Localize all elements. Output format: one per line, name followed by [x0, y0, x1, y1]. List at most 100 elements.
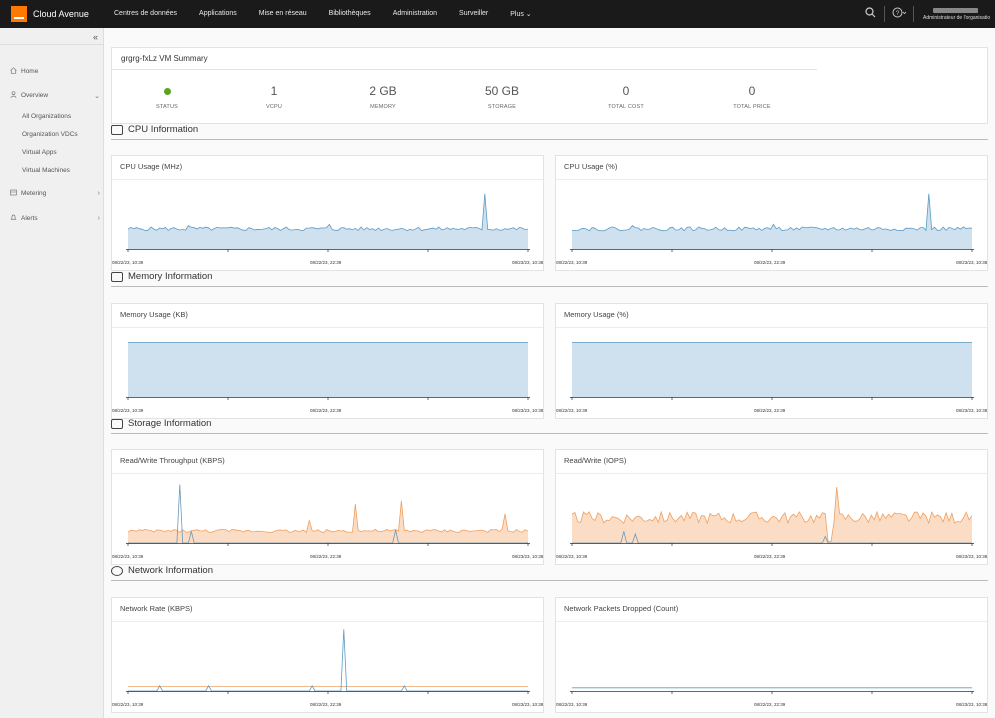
topbar-divider — [913, 6, 914, 22]
chart-cpu-usage-percent: CPU Usage (%) 08/22/23, 10:39 08/22/23, 22… — [555, 155, 988, 271]
status-dot-icon — [163, 88, 171, 95]
sidebar-item-overview[interactable]: Overview ⌄ — [10, 91, 100, 100]
search-icon[interactable] — [859, 7, 881, 21]
chevron-right-icon: › — [97, 190, 100, 197]
stat-label: STORAGE — [487, 104, 517, 110]
stat-memory: 2 GB MEMORY — [338, 84, 428, 110]
chart-title: CPU Usage (MHz) — [120, 162, 183, 171]
stat-label: STATUS — [155, 104, 179, 110]
sidebar-item-label: Alerts — [21, 215, 38, 222]
bell-icon — [10, 214, 18, 223]
nav-libraries[interactable]: Bibliothèques — [318, 10, 382, 18]
stat-label: TOTAL COST — [608, 104, 644, 110]
chevron-down-icon: ⌄ — [94, 92, 100, 100]
stat-vcpu: 1 VCPU — [229, 84, 319, 110]
stat-value: 2 GB — [369, 84, 397, 98]
series-line — [127, 193, 529, 232]
chart-plot — [126, 193, 530, 252]
chart-title: CPU Usage (%) — [564, 162, 618, 171]
user-icon — [10, 91, 18, 100]
stat-storage: 50 GB STORAGE — [457, 84, 547, 110]
x-tick-label: 08/22/23, 22:39 — [754, 260, 786, 265]
series-area — [128, 500, 528, 543]
section-memory-information: Memory Information — [111, 271, 988, 287]
stat-total-cost: 0 TOTAL COST — [581, 84, 671, 110]
chart-title: Network Packets Dropped (Count) — [564, 604, 679, 613]
series-line-secondary — [128, 629, 528, 692]
nav-more[interactable]: Plus — [499, 10, 542, 18]
stat-label: TOTAL PRICE — [733, 104, 771, 110]
sidebar-subitem-virtual-machines[interactable]: Virtual Machines — [22, 167, 70, 174]
series-area — [572, 487, 972, 543]
section-title: Storage Information — [128, 418, 212, 429]
x-tick-label: 08/23/23, 10:38 — [512, 260, 544, 265]
app-name[interactable]: Cloud Avenue — [33, 9, 93, 19]
section-title: Memory Information — [128, 271, 213, 282]
x-tick-label: 08/22/23, 22:39 — [310, 260, 342, 265]
stat-value: 1 — [270, 84, 278, 98]
memory-icon — [111, 272, 123, 282]
nav-networking[interactable]: Mise en réseau — [248, 10, 318, 18]
chart-plot — [126, 342, 530, 400]
chart-memory-usage-percent: Memory Usage (%) 08/22/23, 10:39 08/22/23,… — [555, 303, 988, 419]
sidebar-subitem-all-organizations[interactable]: All Organizations — [22, 113, 71, 120]
chart-title: Memory Usage (%) — [564, 310, 629, 319]
help-icon[interactable]: ? — [888, 7, 910, 21]
x-tick-label: 08/22/23, 22:39 — [754, 702, 786, 707]
sidebar-item-home[interactable]: Home — [10, 67, 100, 76]
chart-title: Read/Write Throughput (KBPS) — [120, 456, 225, 465]
sidebar-item-metering[interactable]: Metering › — [10, 189, 100, 198]
x-tick-label: 08/22/23, 10:39 — [556, 554, 588, 559]
x-tick-label: 08/22/23, 10:39 — [556, 260, 588, 265]
stat-value: 50 GB — [484, 84, 520, 98]
x-tick-label: 08/23/23, 10:38 — [956, 554, 988, 559]
nav-datacenters[interactable]: Centres de données — [103, 10, 188, 18]
sidebar-subitem-organization-vdcs[interactable]: Organization VDCs — [22, 131, 78, 138]
main-content: grgrg-fxLz VM Summary STATUS 1 VCPU 2 GB… — [104, 28, 995, 718]
x-tick-label: 08/23/23, 10:38 — [512, 408, 544, 413]
home-icon — [10, 67, 18, 76]
chart-read-write-iops: Read/Write (IOPS) 08/22/23, 10:39 08/22/23… — [555, 449, 988, 565]
sidebar-item-label: Metering — [21, 190, 47, 197]
chart-plot — [570, 342, 974, 400]
sidebar-item-alerts[interactable]: Alerts › — [10, 214, 100, 223]
series-area — [572, 193, 972, 249]
chart-plot — [126, 629, 530, 694]
stat-value: 0 — [748, 84, 756, 98]
stat-value: 0 — [622, 84, 630, 98]
x-tick-label: 08/22/23, 10:39 — [556, 702, 588, 707]
nav-monitor[interactable]: Surveiller — [448, 10, 499, 18]
collapse-sidebar-icon[interactable]: « — [93, 32, 98, 42]
user-menu[interactable]: Administrateur de l'organisatio — [917, 7, 995, 21]
x-tick-label: 08/22/23, 10:39 — [112, 702, 144, 707]
user-name-redacted — [933, 7, 978, 13]
chart-memory-usage-kb: Memory Usage (KB) 08/22/23, 10:39 08/22/23… — [111, 303, 544, 419]
chart-read-write-throughput: Read/Write Throughput (KBPS) 08/22/23, 10… — [111, 449, 544, 565]
chart-plot — [570, 487, 974, 546]
nav-applications[interactable]: Applications — [188, 10, 248, 18]
x-tick-label: 08/23/23, 10:38 — [956, 702, 988, 707]
chart-cpu-usage-mhz: CPU Usage (MHz) 08/22/23, 10:39 08/22/23, … — [111, 155, 544, 271]
top-bar: Cloud Avenue Centres de données Applicat… — [0, 0, 995, 28]
sidebar-item-label: Overview — [21, 92, 49, 99]
network-icon — [111, 566, 123, 576]
chart-title: Read/Write (IOPS) — [564, 456, 627, 465]
sidebar: « Home Overview ⌄ All Organizations Orga… — [0, 28, 104, 718]
section-title: Network Information — [128, 565, 214, 576]
orange-logo-icon[interactable] — [11, 6, 27, 22]
sidebar-subitem-virtual-apps[interactable]: Virtual Apps — [22, 149, 57, 156]
series-area — [572, 688, 972, 691]
main-nav: Centres de données Applications Mise en … — [103, 10, 543, 18]
chart-plot — [570, 687, 974, 694]
x-tick-label: 08/22/23, 10:39 — [112, 554, 144, 559]
series-area — [572, 342, 972, 397]
nav-administration[interactable]: Administration — [382, 10, 448, 18]
x-tick-label: 08/22/23, 22:39 — [310, 408, 342, 413]
chart-plot — [570, 193, 974, 252]
stat-status: STATUS — [122, 84, 212, 110]
chart-network-packets-dropped: Network Packets Dropped (Count) 08/22/23,… — [555, 597, 988, 713]
chart-title: Memory Usage (KB) — [120, 310, 188, 319]
series-line — [127, 500, 529, 534]
sidebar-divider — [0, 44, 104, 45]
svg-text:?: ? — [896, 10, 900, 17]
